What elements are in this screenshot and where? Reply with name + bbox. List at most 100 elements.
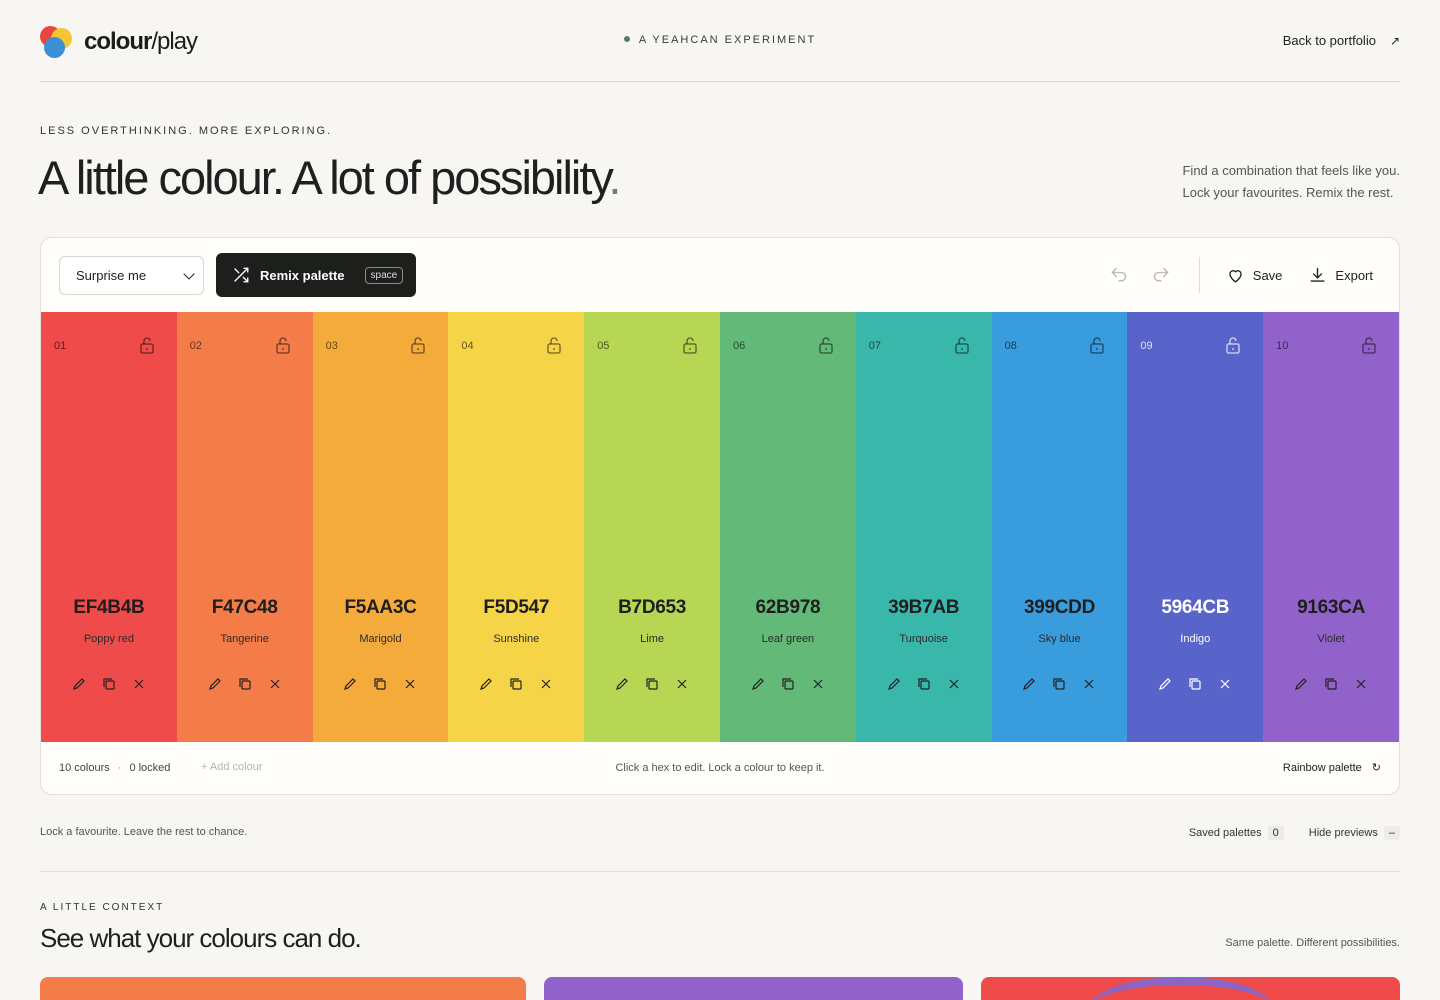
close-icon[interactable] — [675, 677, 689, 691]
unlock-icon[interactable] — [1361, 336, 1377, 359]
swatch-hex[interactable]: B7D653 — [584, 597, 720, 619]
close-icon[interactable] — [403, 677, 417, 691]
saved-count-badge: 0 — [1267, 826, 1284, 840]
swatch-name: Turquoise — [899, 633, 948, 645]
copy-icon[interactable] — [1188, 677, 1202, 691]
undo-button[interactable] — [1109, 265, 1137, 285]
copy-icon[interactable] — [102, 677, 116, 691]
pencil-icon[interactable] — [479, 677, 493, 691]
close-icon[interactable] — [947, 677, 961, 691]
pencil-icon[interactable] — [1022, 677, 1036, 691]
palette-name-button[interactable]: Rainbow palette ↻ — [1283, 761, 1381, 774]
swatch-actions — [584, 677, 720, 691]
back-to-portfolio-link[interactable]: Back to portfolio ↗ — [1283, 33, 1400, 48]
hide-previews-badge: – — [1383, 826, 1400, 840]
section-divider — [40, 871, 1400, 872]
color-swatch[interactable]: 05 B7D653 Lime — [584, 312, 720, 742]
close-icon[interactable] — [539, 677, 553, 691]
color-swatch[interactable]: 04 F5D547 Sunshine — [448, 312, 585, 742]
unlock-icon[interactable] — [682, 336, 698, 359]
download-icon — [1310, 267, 1325, 282]
copy-icon[interactable] — [238, 677, 252, 691]
palette-name: Rainbow palette — [1282, 762, 1362, 774]
color-swatch[interactable]: 08 399CDD Sky blue — [991, 312, 1128, 742]
swatch-actions — [177, 677, 313, 691]
toolbar-actions: Save Export — [1095, 238, 1373, 312]
chevron-down-icon — [183, 268, 195, 280]
pencil-icon[interactable] — [208, 677, 222, 691]
color-swatch[interactable]: 07 39B7AB Turquoise — [855, 312, 992, 742]
export-button[interactable]: Export — [1308, 266, 1373, 285]
pencil-icon[interactable] — [887, 677, 901, 691]
pencil-icon[interactable] — [751, 677, 765, 691]
swatch-name: Leaf green — [761, 633, 815, 645]
unlock-icon[interactable] — [954, 336, 970, 359]
unlock-icon[interactable] — [1225, 336, 1241, 359]
site-header: colour/play A YEAHCAN EXPERIMENT Back to… — [40, 0, 1400, 82]
swatch-number: 05 — [597, 340, 610, 352]
swatch-hex[interactable]: F5AA3C — [313, 597, 449, 619]
color-swatch[interactable]: 10 9163CA Violet — [1263, 312, 1399, 742]
pencil-icon[interactable] — [1294, 677, 1308, 691]
below-hint: Lock a favourite. Leave the rest to chan… — [40, 826, 248, 838]
copy-icon[interactable] — [509, 677, 523, 691]
color-swatch[interactable]: 02 F47C48 Tangerine — [176, 312, 313, 742]
saved-palettes-button[interactable]: Saved palettes 0 — [1189, 826, 1284, 840]
unlock-icon[interactable] — [1089, 336, 1105, 359]
copy-icon[interactable] — [373, 677, 387, 691]
copy-icon[interactable] — [1324, 677, 1338, 691]
close-icon[interactable] — [1218, 677, 1232, 691]
swatch-name: Indigo — [1180, 633, 1211, 645]
close-icon[interactable] — [811, 677, 825, 691]
close-icon[interactable] — [132, 677, 146, 691]
color-swatch[interactable]: 01 EF4B4B Poppy red — [41, 312, 177, 742]
back-link-label: Back to portfolio — [1282, 33, 1376, 48]
copy-icon[interactable] — [781, 677, 795, 691]
copy-icon[interactable] — [645, 677, 659, 691]
pencil-icon[interactable] — [343, 677, 357, 691]
close-icon[interactable] — [268, 677, 282, 691]
swatch-hex[interactable]: 9163CA — [1263, 597, 1399, 619]
color-swatch[interactable]: 03 F5AA3C Marigold — [312, 312, 449, 742]
swatch-hex[interactable]: F5D547 — [448, 597, 584, 619]
preview-card[interactable] — [40, 977, 526, 1000]
swatch-number: 06 — [732, 340, 746, 352]
redo-button[interactable] — [1151, 265, 1179, 285]
tagline-dot-icon — [623, 36, 630, 42]
swatch-name: Violet — [1317, 633, 1345, 645]
copy-icon[interactable] — [1052, 677, 1066, 691]
palette-toolbar: Surprise me Remix palette space Save Exp… — [41, 238, 1399, 312]
copy-icon[interactable] — [917, 677, 931, 691]
mode-select[interactable]: Surprise me — [59, 256, 204, 295]
unlock-icon[interactable] — [139, 336, 155, 359]
hero-title-text: A little colour. A lot of possibility — [38, 151, 610, 204]
color-swatch[interactable]: 06 62B978 Leaf green — [719, 312, 856, 742]
pencil-icon[interactable] — [72, 677, 86, 691]
hide-previews-button[interactable]: Hide previews – — [1309, 826, 1400, 840]
swatch-hex[interactable]: 39B7AB — [856, 597, 992, 619]
palette-panel: Surprise me Remix palette space Save Exp… — [40, 237, 1400, 795]
preview-card[interactable] — [544, 977, 963, 1000]
save-button[interactable]: Save — [1226, 266, 1282, 285]
swatch-hex[interactable]: 62B978 — [720, 597, 856, 619]
unlock-icon[interactable] — [410, 336, 426, 359]
unlock-icon[interactable] — [546, 336, 562, 359]
preview-card[interactable] — [981, 977, 1400, 1000]
color-swatch[interactable]: 09 5964CB Indigo — [1127, 312, 1264, 742]
pencil-icon[interactable] — [1158, 677, 1172, 691]
unlock-icon[interactable] — [275, 336, 291, 359]
swatch-actions — [41, 677, 177, 691]
swatch-number: 07 — [868, 340, 882, 352]
close-icon[interactable] — [1082, 677, 1096, 691]
swatch-number: 04 — [461, 340, 474, 352]
unlock-icon[interactable] — [818, 336, 834, 359]
swatch-hex[interactable]: 5964CB — [1127, 597, 1263, 619]
swatch-hex[interactable]: F47C48 — [177, 597, 313, 619]
swatch-hex[interactable]: EF4B4B — [41, 597, 177, 619]
tagline-text: A YEAHCAN EXPERIMENT — [638, 34, 817, 46]
close-icon[interactable] — [1354, 677, 1368, 691]
pencil-icon[interactable] — [615, 677, 629, 691]
swatch-hex[interactable]: 399CDD — [992, 597, 1128, 619]
remix-palette-button[interactable]: Remix palette space — [216, 253, 416, 297]
swatch-actions — [720, 677, 856, 691]
